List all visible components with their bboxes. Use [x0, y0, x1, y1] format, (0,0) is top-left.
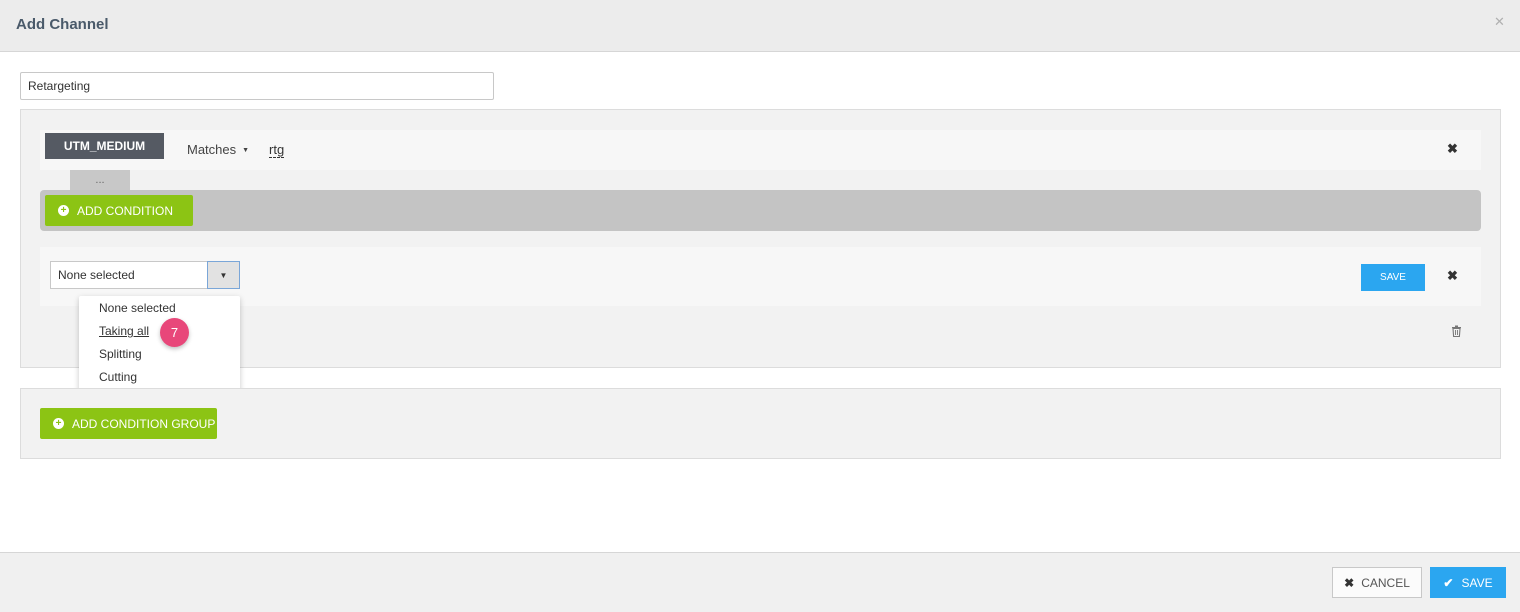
operator-label: Matches: [187, 142, 237, 157]
plus-circle-icon: +: [58, 205, 69, 216]
cancel-button[interactable]: ✖ CANCEL: [1332, 567, 1422, 598]
close-icon: ✖: [1344, 575, 1355, 590]
dropdown-option[interactable]: Splitting: [99, 347, 142, 361]
close-icon[interactable]: ✕: [1494, 14, 1505, 30]
condition-field-tag[interactable]: UTM_MEDIUM: [45, 133, 164, 159]
split-row: [40, 247, 1481, 306]
dropdown-option[interactable]: Cutting: [99, 370, 137, 384]
add-condition-group-label: ADD CONDITION GROUP: [72, 416, 216, 431]
condition-value[interactable]: rtg: [269, 142, 285, 158]
condition-group-footer: [20, 388, 1501, 459]
split-select-toggle[interactable]: ▼: [207, 261, 240, 289]
split-dropdown-menu: None selected Taking all Splitting Cutti…: [79, 296, 240, 394]
cancel-label: CANCEL: [1361, 575, 1410, 590]
save-button[interactable]: ✔ SAVE: [1430, 567, 1506, 598]
caret-down-icon: ▼: [242, 147, 250, 155]
check-icon: ✔: [1443, 575, 1454, 590]
caret-down-icon: ▼: [219, 270, 228, 280]
dialog-footer: [0, 552, 1520, 612]
add-condition-button[interactable]: + ADD CONDITION: [45, 195, 193, 226]
remove-condition-icon[interactable]: ✖: [1447, 141, 1458, 157]
dialog-title: Add Channel: [16, 16, 109, 33]
split-select[interactable]: None selected: [50, 261, 208, 289]
add-condition-group-button[interactable]: + ADD CONDITION GROUP: [40, 408, 217, 439]
dropdown-option[interactable]: Taking all: [99, 324, 149, 338]
add-condition-bar: [40, 190, 1481, 231]
split-save-button[interactable]: SAVE: [1361, 264, 1425, 291]
trash-icon[interactable]: [1451, 324, 1462, 342]
step-badge: 7: [160, 318, 189, 347]
condition-ellipsis-tab[interactable]: ...: [70, 170, 130, 191]
dialog-header: Add Channel ✕: [0, 0, 1520, 52]
channel-name-input[interactable]: [20, 72, 494, 100]
operator-dropdown[interactable]: Matches ▼: [187, 142, 249, 157]
plus-circle-icon: +: [53, 418, 64, 429]
save-label: SAVE: [1461, 575, 1493, 590]
dropdown-option[interactable]: None selected: [99, 301, 176, 315]
condition-row: [40, 130, 1481, 170]
add-condition-label: ADD CONDITION: [77, 203, 173, 218]
remove-split-icon[interactable]: ✖: [1447, 268, 1458, 284]
